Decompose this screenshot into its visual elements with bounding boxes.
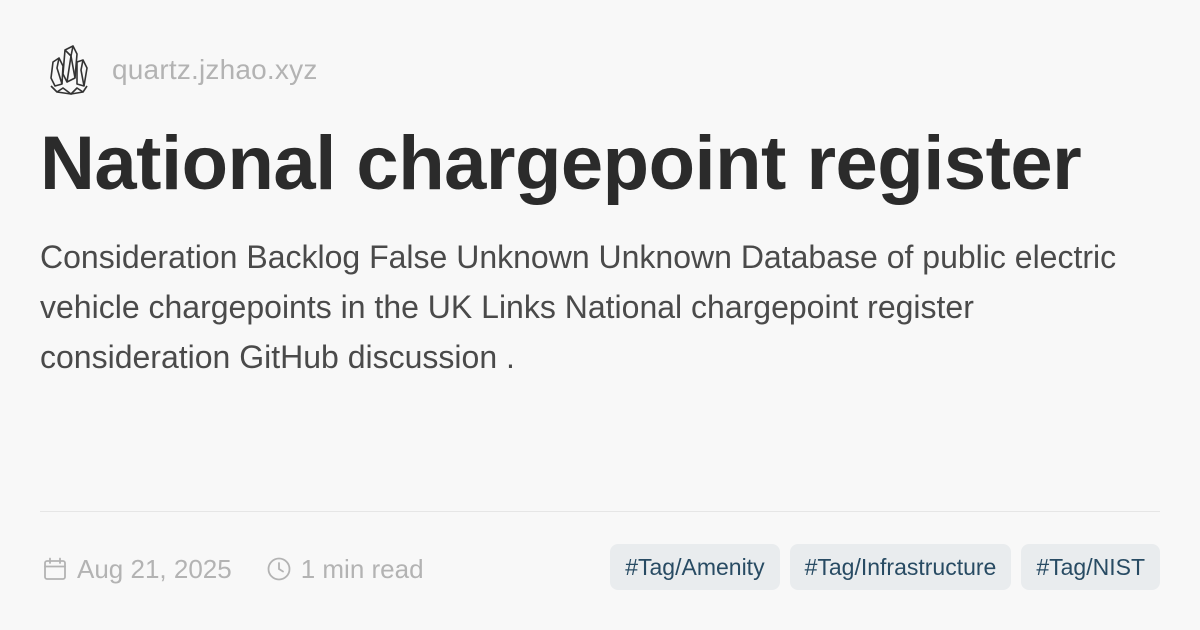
clock-icon [266, 556, 292, 582]
reading-time-meta: 1 min read [266, 554, 424, 585]
tag-list: #Tag/Amenity #Tag/Infrastructure #Tag/NI… [610, 544, 1160, 590]
calendar-icon [42, 556, 68, 582]
tag-nist[interactable]: #Tag/NIST [1021, 544, 1160, 590]
site-header: quartz.jzhao.xyz [42, 40, 318, 100]
tag-infrastructure[interactable]: #Tag/Infrastructure [789, 544, 1012, 590]
page-meta: Aug 21, 2025 1 min read [42, 549, 424, 589]
page-description: Consideration Backlog False Unknown Unkn… [40, 239, 1117, 375]
reading-time-label: 1 min read [300, 553, 424, 584]
og-card: quartz.jzhao.xyz National chargepoint re… [0, 0, 1200, 630]
date-label: Aug 21, 2025 [77, 553, 232, 584]
date-meta: Aug 21, 2025 [42, 554, 232, 585]
crystal-cluster-icon [42, 43, 96, 97]
divider [40, 511, 1160, 512]
page-title: National chargepoint register [40, 121, 1082, 206]
tag-amenity[interactable]: #Tag/Amenity [610, 544, 780, 590]
site-url[interactable]: quartz.jzhao.xyz [112, 54, 318, 86]
